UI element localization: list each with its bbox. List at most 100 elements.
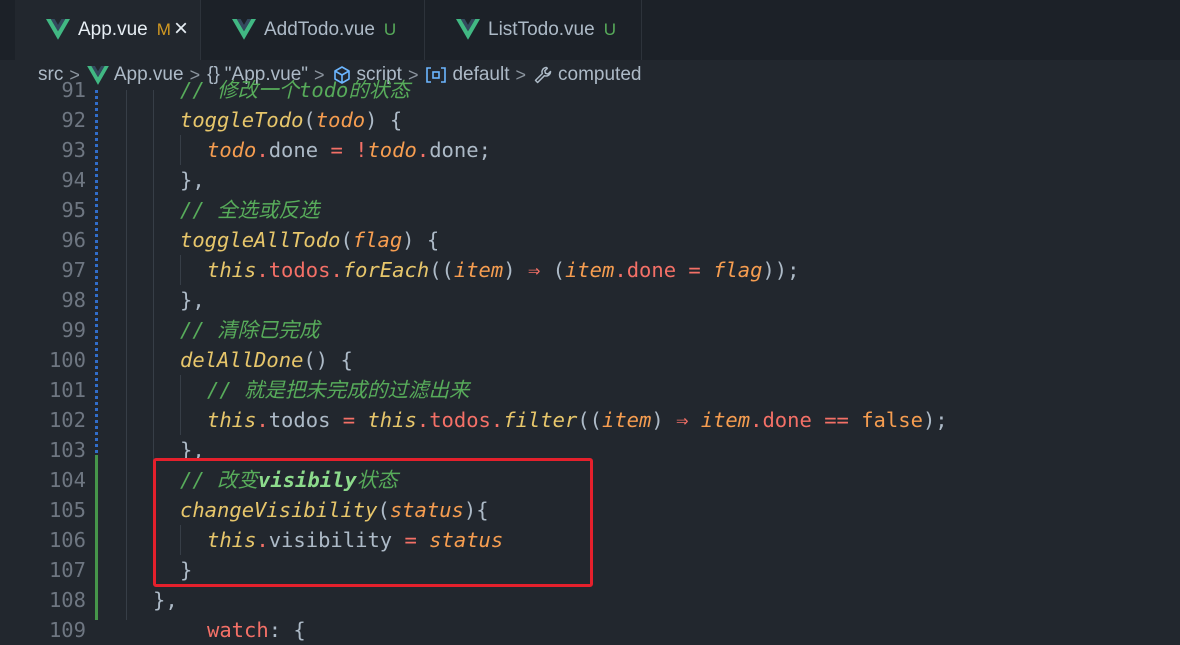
line-number: 105 xyxy=(48,498,86,522)
code-line: 93 todo.done = !todo.done; xyxy=(0,135,1180,165)
vue-logo-icon xyxy=(232,19,256,40)
line-number: 93 xyxy=(61,138,86,162)
token-brace: }, xyxy=(180,288,205,312)
line-number: 106 xyxy=(48,528,86,552)
token-property: watch xyxy=(207,618,269,642)
code-text: delAllDone() { xyxy=(180,348,353,372)
token-property: todos xyxy=(268,258,331,282)
code-editor[interactable]: 91 // 修改一个todo的状态 92 toggleTodo(todo) { … xyxy=(0,78,1180,642)
line-number: 95 xyxy=(61,198,86,222)
code-line: 95 // 全选或反选 xyxy=(0,195,1180,225)
token-param: item xyxy=(453,258,504,282)
comment: // 清除已完成 xyxy=(180,318,320,342)
token-operator: = xyxy=(342,408,356,432)
line-number: 102 xyxy=(48,408,86,432)
code-line: 100 delAllDone() { xyxy=(0,345,1180,375)
code-text: toggleAllTodo(flag) { xyxy=(180,228,440,252)
code-line: 108 }, xyxy=(0,585,1180,615)
code-text: }, xyxy=(180,165,205,195)
token-param: todo xyxy=(207,138,257,162)
comment: // 全选或反选 xyxy=(180,198,320,222)
close-icon[interactable]: × xyxy=(174,16,188,42)
tab-label: App.vue xyxy=(78,19,148,40)
token-param: item xyxy=(700,408,751,432)
token-brace: { xyxy=(389,108,403,132)
token-function: forEach xyxy=(342,258,430,282)
line-number: 103 xyxy=(48,438,86,462)
token-property: todos xyxy=(268,408,331,432)
token-brace: }, xyxy=(153,588,178,612)
token-this: this xyxy=(367,408,417,432)
code-line: 98 }, xyxy=(0,285,1180,315)
line-number: 91 xyxy=(61,78,86,102)
line-number: 92 xyxy=(61,108,86,132)
code-text: }, xyxy=(153,585,178,615)
token-param: todo xyxy=(367,138,417,162)
code-line: 102 this.todos = this.todos.filter((item… xyxy=(0,405,1180,435)
tab-label: ListTodo.vue xyxy=(488,19,595,40)
tab-label: AddTodo.vue xyxy=(264,19,375,40)
line-number: 98 xyxy=(61,288,86,312)
code-line: 101 // 就是把未完成的过滤出来 xyxy=(0,375,1180,405)
code-line: 91 // 修改一个todo的状态 xyxy=(0,75,1180,105)
token-brace: { xyxy=(426,228,440,252)
token-operator: == xyxy=(824,408,849,432)
token-boolean: false xyxy=(861,408,923,432)
token-brace: }, xyxy=(180,168,205,192)
token-property: todos xyxy=(429,408,491,432)
token-param: flag xyxy=(713,258,763,282)
line-number: 99 xyxy=(61,318,86,342)
code-line: 97 this.todos.forEach((item) ⇒ (item.don… xyxy=(0,255,1180,285)
token-function: delAllDone xyxy=(180,348,304,372)
tab-modified-badge: M xyxy=(156,20,171,39)
code-line: 96 toggleAllTodo(flag) { xyxy=(0,225,1180,255)
token-brace: { xyxy=(293,618,306,642)
tab-app-vue[interactable]: App.vue M × xyxy=(15,0,201,60)
line-number: 100 xyxy=(48,348,86,372)
token-property: done xyxy=(268,138,319,162)
token-function: toggleTodo xyxy=(180,108,304,132)
token-function: filter xyxy=(503,408,578,432)
tab-listtodo-vue[interactable]: ListTodo.vue U xyxy=(425,0,642,60)
token-brace: { xyxy=(340,348,353,372)
tab-untracked-badge: U xyxy=(383,20,397,39)
token-function: toggleAllTodo xyxy=(180,228,341,252)
code-line: 92 toggleTodo(todo) { xyxy=(0,105,1180,135)
token-operator: ! xyxy=(355,138,368,162)
tab-untracked-badge: U xyxy=(603,20,616,39)
code-text: this.todos.forEach((item) ⇒ (item.done =… xyxy=(207,258,800,282)
token-operator: = xyxy=(330,138,343,162)
token-arrow: ⇒ xyxy=(676,408,689,432)
vue-logo-icon xyxy=(456,19,480,40)
line-number: 94 xyxy=(61,168,86,192)
token-param: todo xyxy=(315,108,366,132)
token-property: done xyxy=(762,408,812,432)
code-text: // 修改一个todo的状态 xyxy=(180,75,410,105)
token-operator: = xyxy=(688,258,701,282)
code-text: this.todos = this.todos.filter((item) ⇒ … xyxy=(207,408,948,432)
token-property: done xyxy=(429,138,479,162)
tab-addtodo-vue[interactable]: AddTodo.vue U xyxy=(201,0,425,60)
editor-tab-bar: App.vue M × AddTodo.vue U ListTodo.vue U xyxy=(0,0,1180,60)
code-text: todo.done = !todo.done; xyxy=(207,138,491,162)
line-number: 107 xyxy=(48,558,86,582)
token-this: this xyxy=(207,258,257,282)
comment: // 修改一个todo的状态 xyxy=(180,78,410,102)
line-number: 97 xyxy=(61,258,86,282)
token-param: flag xyxy=(352,228,403,252)
code-text: // 全选或反选 xyxy=(180,195,320,225)
code-text: toggleTodo(todo) { xyxy=(180,108,403,132)
line-number: 108 xyxy=(48,588,86,612)
code-text: }, xyxy=(180,285,205,315)
token-param: item xyxy=(602,408,652,432)
token-property: done xyxy=(626,258,677,282)
code-line: 94 }, xyxy=(0,165,1180,195)
code-text: // 清除已完成 xyxy=(180,315,320,345)
code-line: 99 // 清除已完成 xyxy=(0,315,1180,345)
line-number: 96 xyxy=(61,228,86,252)
token-arrow: ⇒ xyxy=(527,258,541,282)
token-this: this xyxy=(207,408,257,432)
vue-logo-icon xyxy=(46,19,70,40)
line-number: 104 xyxy=(48,468,86,492)
token-param: item xyxy=(564,258,615,282)
